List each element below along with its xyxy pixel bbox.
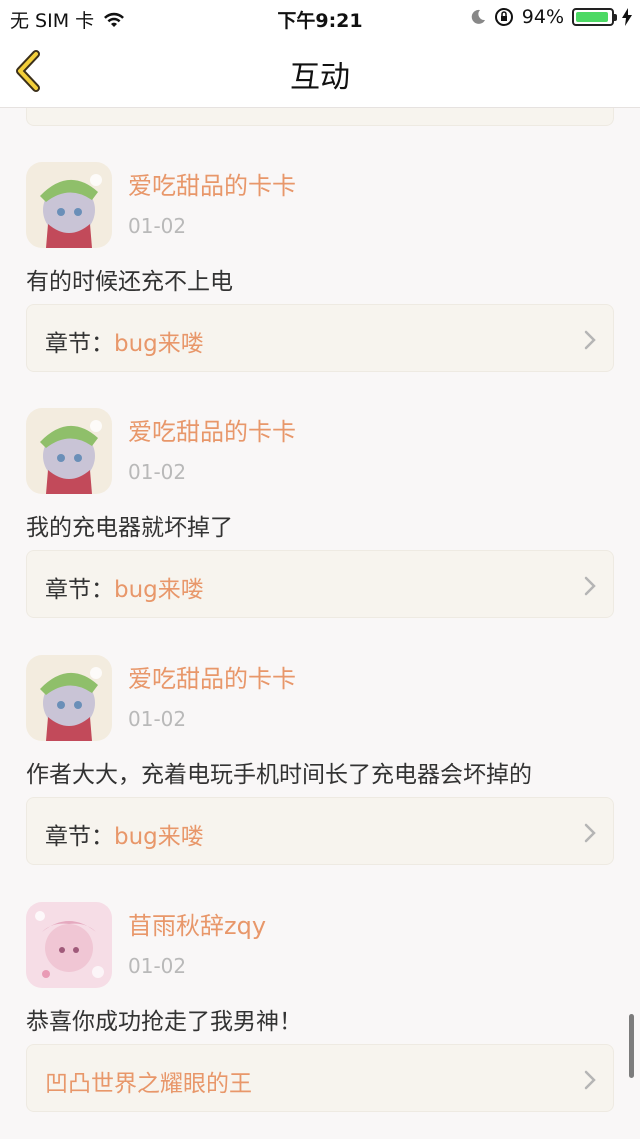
comment-date: 01-02 xyxy=(128,707,187,731)
comment-date: 01-02 xyxy=(128,460,187,484)
comment-text: 恭喜你成功抢走了我男神！ xyxy=(26,1009,302,1035)
list-item: 爱吃甜品的卡卡 01-02 作者大大，充着电玩手机时间长了充电器会坏掉的 章节：… xyxy=(0,655,640,885)
chapter-name: bug来喽 xyxy=(114,331,204,357)
chapter-label: 章节：bug来喽 xyxy=(45,570,204,604)
battery-percent: 94% xyxy=(521,6,564,28)
comment-text: 作者大大，充着电玩手机时间长了充电器会坏掉的 xyxy=(26,762,532,788)
comment-date: 01-02 xyxy=(128,954,187,978)
avatar[interactable] xyxy=(26,162,112,248)
list-item: 苜雨秋辞zqy 01-02 恭喜你成功抢走了我男神！ 凹凸世界之耀眼的王 xyxy=(0,902,640,1132)
nav-bar: 互动 xyxy=(0,34,640,108)
page-title: 互动 xyxy=(290,60,350,95)
chevron-right-icon xyxy=(584,823,596,843)
chapter-name: 凹凸世界之耀眼的王 xyxy=(45,1071,252,1097)
moon-icon xyxy=(471,9,485,24)
avatar[interactable] xyxy=(26,655,112,741)
chapter-prefix: 章节： xyxy=(45,331,114,357)
battery-icon xyxy=(572,8,617,26)
battery-fill xyxy=(576,12,608,22)
scrollbar[interactable] xyxy=(629,1014,634,1078)
previous-chapter-card[interactable] xyxy=(26,108,614,126)
chapter-prefix: 章节： xyxy=(45,577,114,603)
username[interactable]: 苜雨秋辞zqy xyxy=(128,906,266,941)
comment-list[interactable]: 爱吃甜品的卡卡 01-02 有的时候还充不上电 章节：bug来喽 爱吃甜品的卡卡… xyxy=(0,108,640,1139)
comment-text: 有的时候还充不上电 xyxy=(26,269,233,295)
list-item: 爱吃甜品的卡卡 01-02 我的充电器就坏掉了 章节：bug来喽 xyxy=(0,408,640,638)
avatar[interactable] xyxy=(26,902,112,988)
rotation-lock-icon xyxy=(494,8,513,26)
status-right: 94% xyxy=(470,6,632,28)
chapter-link[interactable]: 章节：bug来喽 xyxy=(26,797,614,865)
chapter-link[interactable]: 章节：bug来喽 xyxy=(26,304,614,372)
status-bar: 无 SIM 卡 下午9:21 94% xyxy=(0,0,640,34)
chapter-label: 凹凸世界之耀眼的王 xyxy=(45,1064,252,1098)
chapter-prefix: 章节： xyxy=(45,824,114,850)
chevron-right-icon xyxy=(584,330,596,350)
chapter-name: bug来喽 xyxy=(114,577,204,603)
list-item: 爱吃甜品的卡卡 01-02 有的时候还充不上电 章节：bug来喽 xyxy=(0,162,640,392)
username[interactable]: 爱吃甜品的卡卡 xyxy=(128,412,296,447)
chapter-label: 章节：bug来喽 xyxy=(45,817,204,851)
charging-bolt-icon xyxy=(622,8,632,26)
chevron-right-icon xyxy=(584,1070,596,1090)
chevron-right-icon xyxy=(584,576,596,596)
username[interactable]: 爱吃甜品的卡卡 xyxy=(128,659,296,694)
chapter-link[interactable]: 章节：bug来喽 xyxy=(26,550,614,618)
chapter-link[interactable]: 凹凸世界之耀眼的王 xyxy=(26,1044,614,1112)
chapter-name: bug来喽 xyxy=(114,824,204,850)
comment-text: 我的充电器就坏掉了 xyxy=(26,515,233,541)
avatar[interactable] xyxy=(26,408,112,494)
username[interactable]: 爱吃甜品的卡卡 xyxy=(128,166,296,201)
chapter-label: 章节：bug来喽 xyxy=(45,324,204,358)
comment-date: 01-02 xyxy=(128,214,187,238)
